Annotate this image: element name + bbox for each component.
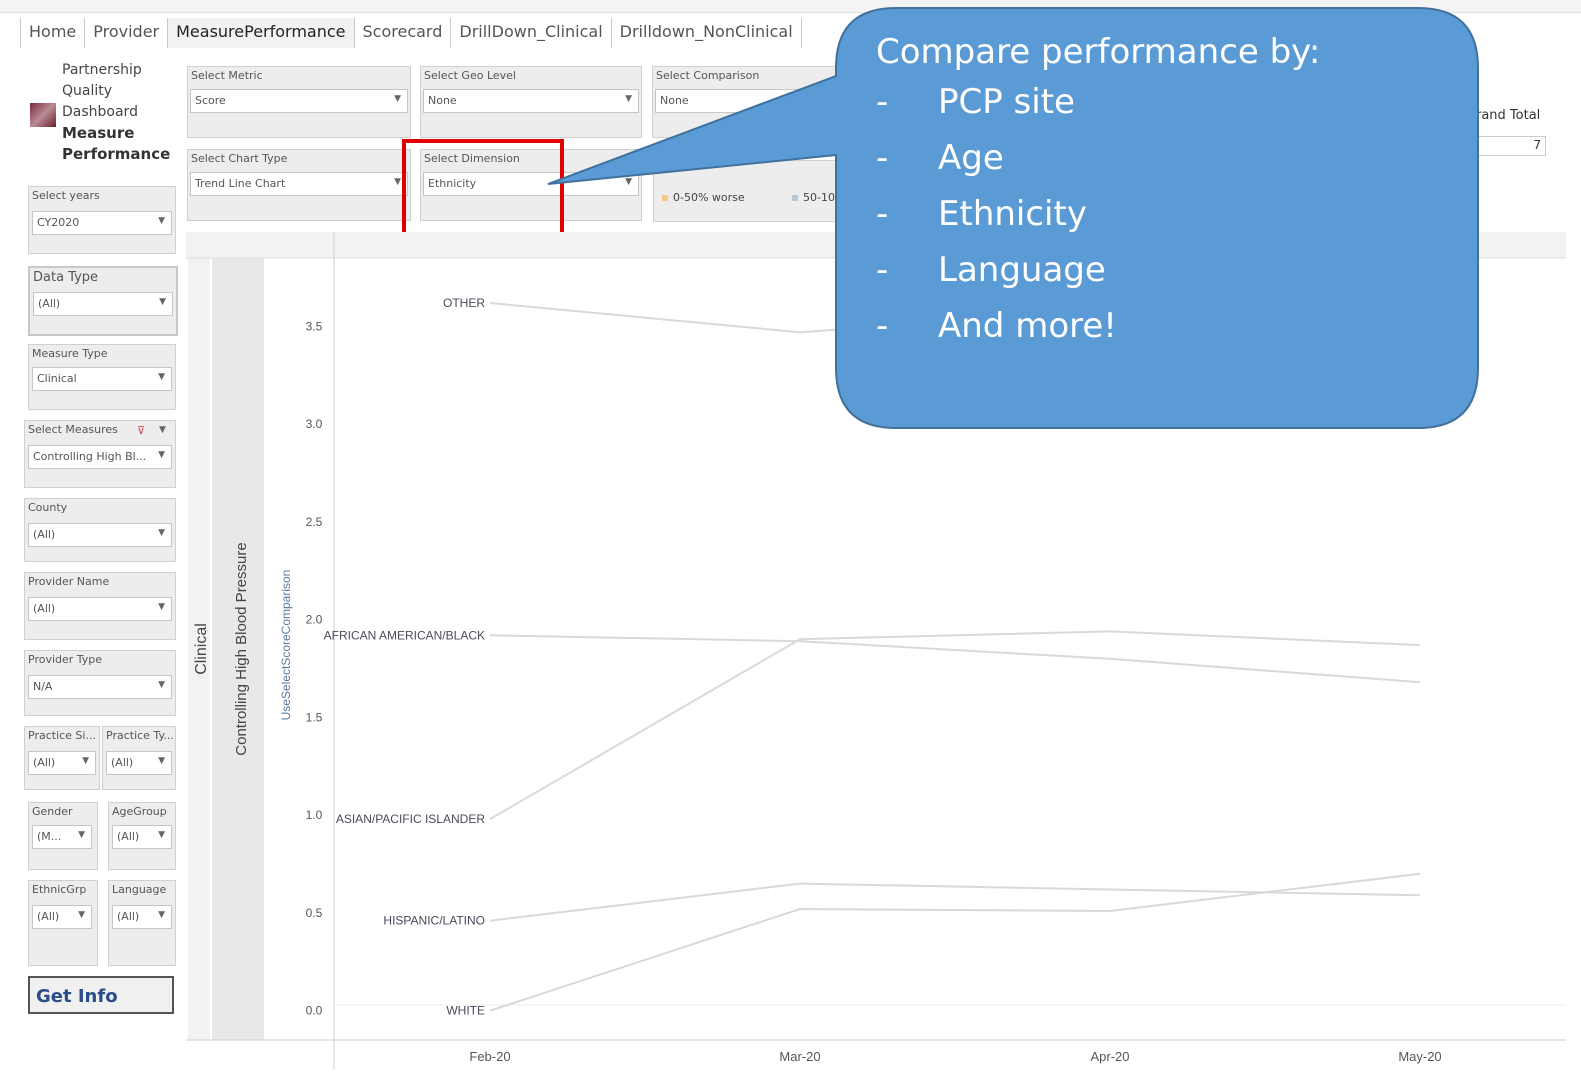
bullet-dash: -	[876, 250, 889, 290]
bullet-dash: -	[876, 306, 889, 346]
bullet-dash: -	[876, 82, 889, 122]
callout-text: Compare performance by: - PCP site - Age -…	[876, 30, 1436, 354]
callout-item-label: PCP site	[938, 82, 1075, 122]
bullet-dash: -	[876, 194, 889, 234]
callout-item: - Age	[876, 130, 1436, 186]
callout-item-label: Language	[938, 250, 1106, 290]
bullet-dash: -	[876, 138, 889, 178]
callout-item-label: Age	[938, 138, 1004, 178]
callout-title: Compare performance by:	[876, 32, 1321, 72]
callout-item-label: Ethnicity	[938, 194, 1087, 234]
callout-item: - Language	[876, 242, 1436, 298]
callout-item: - PCP site	[876, 74, 1436, 130]
callout-item-label: And more!	[938, 306, 1117, 346]
callout-item: - Ethnicity	[876, 186, 1436, 242]
callout-item: - And more!	[876, 298, 1436, 354]
